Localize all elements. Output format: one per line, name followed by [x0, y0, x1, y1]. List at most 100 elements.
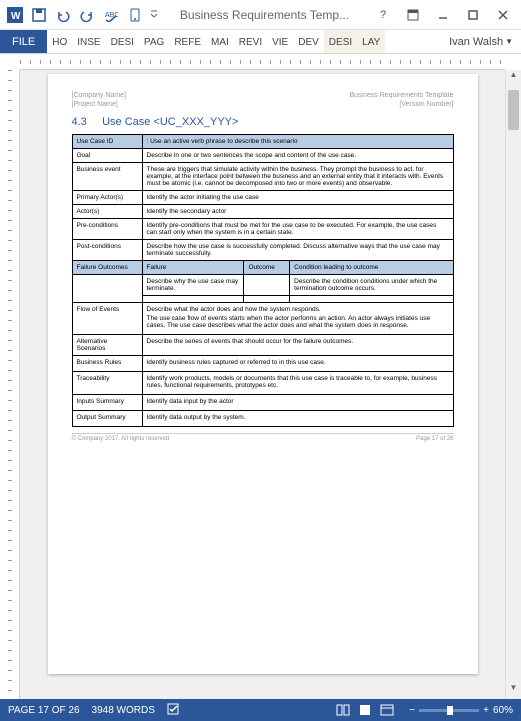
tab-references[interactable]: REFE	[169, 30, 206, 53]
scroll-thumb[interactable]	[508, 90, 519, 130]
tab-design[interactable]: DESI	[106, 30, 139, 53]
zoom-slider[interactable]	[419, 709, 479, 712]
section-number: 4.3	[72, 116, 87, 128]
qat-customize-icon[interactable]	[148, 4, 160, 26]
table-row-label: Actor(s)	[72, 205, 142, 219]
tab-home[interactable]: HO	[47, 30, 72, 53]
file-tab[interactable]: FILE	[0, 30, 47, 53]
quick-access-toolbar: W ABC	[4, 4, 160, 26]
table-row-label: Post-conditions	[72, 240, 142, 261]
header-company: [Company Name]	[72, 92, 126, 99]
user-account[interactable]: Ivan Walsh ▼	[441, 30, 521, 53]
user-name: Ivan Walsh	[449, 36, 503, 48]
table-row-value: Identify data output by the system.	[142, 411, 453, 427]
document-area[interactable]: [Company Name] Business Requirements Tem…	[20, 70, 505, 699]
fail-col-outcome: Outcome	[244, 261, 290, 275]
fail-label: Failure Outcomes	[72, 261, 142, 275]
table-row-value: These are triggers that simulate activit…	[142, 163, 453, 191]
table-row-label: Alternative Scenarios	[72, 335, 142, 356]
tab-developer[interactable]: DEV	[293, 30, 324, 53]
table-row-label: Goal	[72, 149, 142, 163]
ribbon-tabs: FILE HO INSE DESI PAG REFE MAI REVI VIE …	[0, 30, 521, 54]
page: [Company Name] Business Requirements Tem…	[48, 74, 478, 674]
table-row-value: Identify business rules captured or refe…	[142, 356, 453, 372]
read-mode-icon[interactable]	[333, 702, 353, 718]
workspace: [Company Name] Business Requirements Tem…	[0, 54, 521, 699]
fail-cell	[244, 296, 290, 303]
table-row-value: Identify pre-conditions that must be met…	[142, 219, 453, 240]
tab-insert[interactable]: INSE	[72, 30, 105, 53]
table-row-label: Pre-conditions	[72, 219, 142, 240]
horizontal-ruler[interactable]	[20, 54, 505, 70]
save-icon[interactable]	[28, 4, 50, 26]
titlebar: W ABC Business Requirements Temp... ?	[0, 0, 521, 30]
web-layout-icon[interactable]	[377, 702, 397, 718]
window-title: Business Requirements Temp...	[160, 8, 369, 22]
vertical-scrollbar[interactable]: ▲ ▼	[505, 70, 521, 699]
header-template: Business Requirements Template	[349, 92, 453, 99]
tab-table-design[interactable]: DESI	[324, 30, 357, 53]
footer-page: Page 17 of 26	[416, 436, 453, 442]
minimize-icon[interactable]	[429, 4, 457, 26]
tab-review[interactable]: REVI	[234, 30, 267, 53]
print-layout-icon[interactable]	[355, 702, 375, 718]
table-row-label	[72, 275, 142, 303]
footer-copyright: © Company 2017. All rights reserved	[72, 436, 170, 442]
table-row-value: Describe the series of events that shoul…	[142, 335, 453, 356]
table-row-value: Identify the actor initiating the use ca…	[142, 191, 453, 205]
status-words[interactable]: 3948 WORDS	[92, 705, 155, 716]
table-row-label: Traceability	[72, 372, 142, 395]
table-row-value: Describe what the actor does and how the…	[142, 303, 453, 335]
close-icon[interactable]	[489, 4, 517, 26]
spelling-icon[interactable]: ABC	[100, 4, 122, 26]
table-row-value: Identify work products, models or docume…	[142, 372, 453, 395]
table-row-label: Use Case ID	[72, 135, 142, 149]
table-row-value: Identify data input by the actor	[142, 395, 453, 411]
page-footer: © Company 2017. All rights reserved Page…	[72, 433, 454, 442]
header-version: [Version Number]	[399, 101, 453, 108]
fail-cell: Describe the condition conditions under …	[290, 275, 453, 296]
scroll-down-icon[interactable]: ▼	[506, 683, 521, 699]
zoom-level[interactable]: 60%	[493, 705, 513, 716]
fail-col-condition: Condition leading to outcome	[290, 261, 453, 275]
window-controls: ?	[369, 4, 517, 26]
view-buttons	[333, 702, 397, 718]
zoom-in-icon[interactable]: +	[483, 705, 489, 716]
word-icon[interactable]: W	[4, 4, 26, 26]
fail-cell: Describe why the use case may terminate.	[142, 275, 244, 296]
tab-page-layout[interactable]: PAG	[139, 30, 169, 53]
section-text: Use Case <UC_XXX_YYY>	[102, 116, 238, 128]
zoom-out-icon[interactable]: −	[409, 705, 415, 716]
table-row-label: Flow of Events	[72, 303, 142, 335]
svg-text:W: W	[11, 11, 21, 22]
table-row-value: Describe how the use case is successfull…	[142, 240, 453, 261]
table-row-label: Business Rules	[72, 356, 142, 372]
header-project: [Project Name]	[72, 101, 118, 108]
proofing-icon[interactable]	[167, 702, 181, 719]
table-row-value: Identify the secondary actor	[142, 205, 453, 219]
ribbon-display-icon[interactable]	[399, 4, 427, 26]
maximize-icon[interactable]	[459, 4, 487, 26]
table-row-value: : Use an active verb phrase to describe …	[142, 135, 453, 149]
table-row-label: Output Summary	[72, 411, 142, 427]
page-header-2: [Project Name] [Version Number]	[72, 101, 454, 108]
zoom-controls: − + 60%	[409, 705, 513, 716]
status-page[interactable]: PAGE 17 OF 26	[8, 705, 80, 716]
tab-table-layout[interactable]: LAY	[357, 30, 385, 53]
touch-mode-icon[interactable]	[124, 4, 146, 26]
vertical-ruler[interactable]	[0, 70, 20, 699]
help-icon[interactable]: ?	[369, 4, 397, 26]
fail-cell	[244, 275, 290, 296]
scroll-up-icon[interactable]: ▲	[506, 70, 521, 86]
table-row-label: Inputs Summary	[72, 395, 142, 411]
fail-cell	[142, 296, 244, 303]
fail-col-failure: Failure	[142, 261, 244, 275]
undo-icon[interactable]	[52, 4, 74, 26]
redo-icon[interactable]	[76, 4, 98, 26]
tab-mailings[interactable]: MAI	[206, 30, 234, 53]
table-row-label: Primary Actor(s)	[72, 191, 142, 205]
table-row-label: Business event	[72, 163, 142, 191]
use-case-table: Use Case ID: Use an active verb phrase t…	[72, 134, 454, 427]
page-header: [Company Name] Business Requirements Tem…	[72, 92, 454, 99]
tab-view[interactable]: VIE	[267, 30, 293, 53]
